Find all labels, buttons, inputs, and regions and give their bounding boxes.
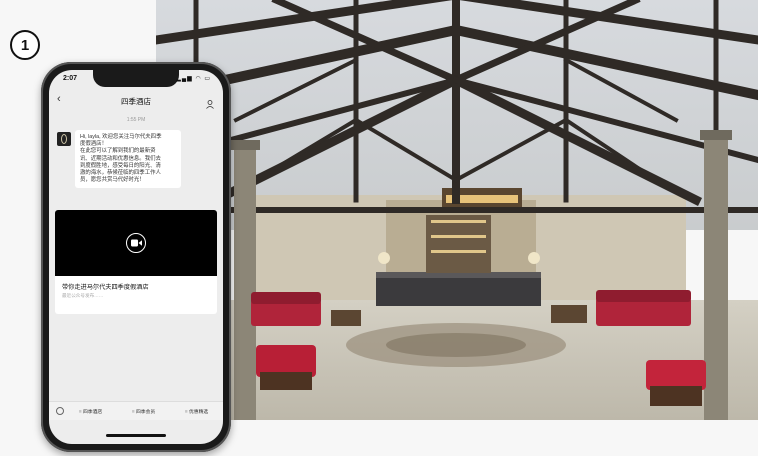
step-number-badge: 1 — [10, 30, 40, 60]
chat-title: 四季酒店 — [121, 96, 151, 106]
account-menu-bar: 四季酒店 四季会员 优惠精选 — [49, 401, 223, 420]
video-thumbnail[interactable] — [55, 210, 217, 276]
status-time: 2:07 — [63, 75, 78, 82]
video-article-card[interactable]: 带你走进马尔代夫四季度假酒店 最近公众号发布…… — [55, 210, 217, 314]
video-camera-icon[interactable] — [126, 233, 146, 253]
hotel-lobby-photo — [156, 0, 758, 420]
menu-item-membership[interactable]: 四季会员 — [117, 408, 170, 415]
keyboard-toggle-icon[interactable] — [56, 407, 64, 415]
chat-timestamp: 1:55 PM — [126, 117, 146, 123]
video-subtitle: 最近公众号发布…… — [62, 293, 104, 298]
phone-screen: 2:07 ▂▄▆ ◠ ▭ ‹ 四季酒店 1:55 PM Hi, layla, 欢… — [49, 70, 223, 444]
back-chevron-icon[interactable]: ‹ — [57, 93, 61, 105]
welcome-message-bubble: Hi, layla, 欢迎您关注马尔代夫四季 度假酒店！ 在此您可以了解到我们的… — [75, 130, 181, 189]
status-icons: ▂▄▆ ◠ ▭ — [176, 76, 211, 82]
menu-item-offers[interactable]: 优惠精选 — [170, 408, 223, 415]
message-line: 员，愿您共赏马代好时光！ — [80, 177, 145, 184]
message-line: 到度假胜地，感受每日的阳光、清 — [80, 162, 161, 169]
message-line: 讯、近期活动和优惠信息。我们去 — [80, 155, 161, 162]
menu-item-four-seasons[interactable]: 四季酒店 — [64, 408, 117, 415]
message-line: 在此您可以了解到我们的最新资 — [80, 148, 156, 155]
home-indicator[interactable] — [106, 434, 166, 437]
phone-mockup: 2:07 ▂▄▆ ◠ ▭ ‹ 四季酒店 1:55 PM Hi, layla, 欢… — [41, 62, 231, 452]
chat-nav-bar: ‹ 四季酒店 — [49, 90, 223, 112]
hotel-logo-avatar[interactable] — [57, 132, 71, 146]
step-number: 1 — [20, 36, 30, 54]
video-title: 带你走进马尔代夫四季度假酒店 — [62, 284, 149, 291]
phone-notch — [93, 70, 179, 87]
profile-icon[interactable] — [206, 96, 214, 109]
